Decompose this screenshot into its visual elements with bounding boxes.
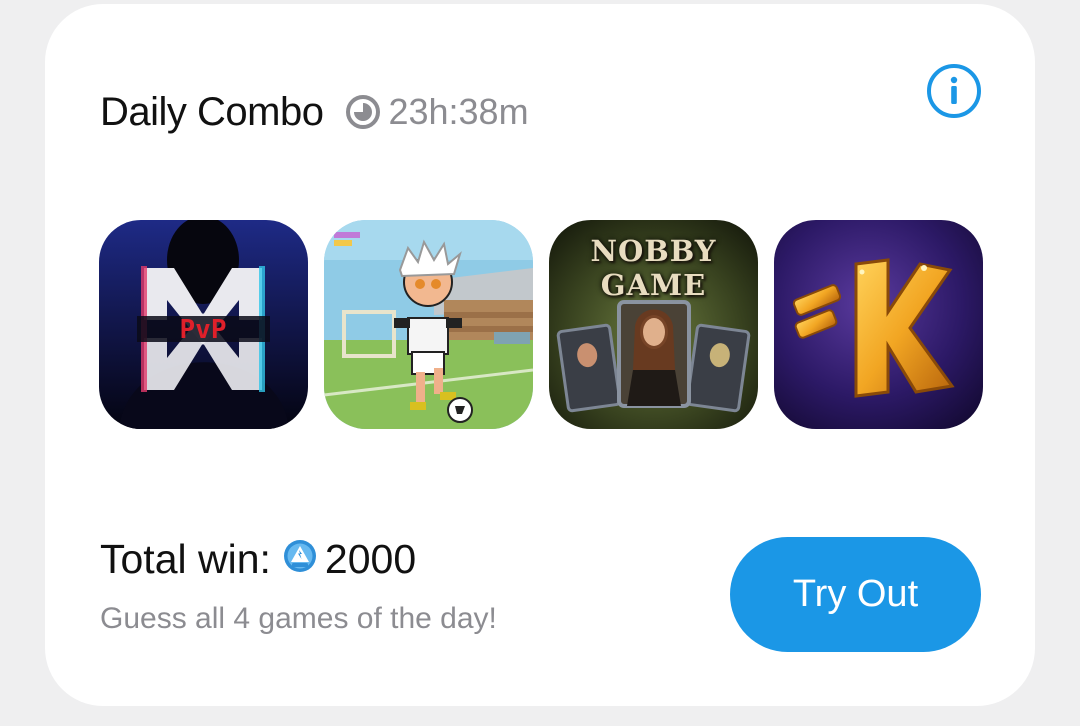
game-tile-football[interactable]: [324, 220, 533, 429]
daily-combo-card: Daily Combo 23h:38m PvP NOBBY GAME Total…: [45, 4, 1035, 706]
timer-value: 23h:38m: [388, 91, 529, 132]
game-tile-k[interactable]: [774, 220, 983, 429]
game-tile-pvp[interactable]: PvP: [99, 220, 308, 429]
pvp-logo-text: PvP: [180, 315, 227, 345]
total-win-amount: 2000: [324, 536, 417, 582]
try-out-button[interactable]: Try Out: [730, 537, 981, 652]
football-player-icon: [324, 220, 533, 429]
total-win: Total win: 2000: [100, 536, 416, 583]
countdown-timer: 23h:38m: [345, 91, 529, 133]
nobby-game-logo: NOBBY GAME: [590, 234, 717, 302]
total-win-label: Total win:: [100, 536, 271, 582]
card-title: Daily Combo: [100, 89, 324, 134]
pvp-logo-icon: PvP: [99, 220, 308, 429]
letter-k-logo-icon: [774, 220, 983, 429]
info-button[interactable]: [925, 62, 983, 120]
clock-icon: [346, 95, 381, 129]
point-coin-icon: [283, 536, 317, 583]
card-header: Daily Combo 23h:38m: [100, 86, 529, 138]
info-icon: [927, 64, 981, 118]
game-tile-nobby[interactable]: NOBBY GAME: [549, 220, 758, 429]
subtitle-text: Guess all 4 games of the day!: [100, 602, 497, 635]
games-row: PvP NOBBY GAME: [99, 220, 983, 429]
